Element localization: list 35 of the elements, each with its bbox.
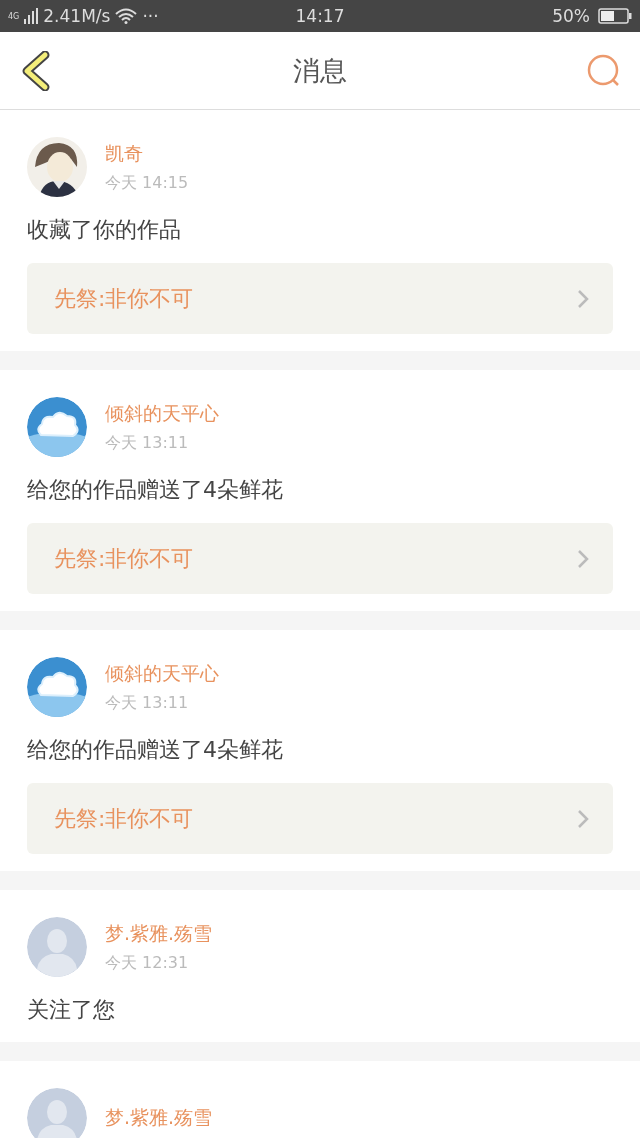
wifi-icon — [115, 8, 138, 24]
work-title: 先祭:非你不可 — [54, 284, 194, 313]
work-link[interactable]: 先祭:非你不可 — [27, 783, 613, 854]
message-text: 关注了您 — [27, 996, 116, 1024]
network-type: 4G — [8, 12, 20, 21]
user-name[interactable]: 倾斜的天平心 — [105, 400, 219, 427]
message-text: 收藏了你的作品 — [27, 216, 182, 244]
more-indicator: ··· — [142, 6, 159, 26]
page-title: 消息 — [293, 53, 347, 88]
message-text: 给您的作品赠送了4朵鲜花 — [27, 476, 284, 504]
message-time: 今天 13:11 — [105, 692, 190, 714]
network-speed: 2.41M/s — [43, 6, 111, 26]
cloud-avatar-icon — [27, 657, 87, 717]
work-link[interactable]: 先祭:非你不可 — [27, 523, 613, 594]
message-time: 今天 13:11 — [105, 432, 190, 454]
message-time: 今天 14:15 — [105, 172, 189, 194]
clock: 14:17 — [295, 6, 345, 26]
user-name[interactable]: 梦.紫雅.殇雪 — [105, 1105, 213, 1131]
chevron-right-icon — [577, 808, 589, 829]
work-link[interactable]: 先祭:非你不可 — [27, 263, 613, 334]
user-avatar-icon — [27, 1088, 87, 1138]
cloud-avatar-icon — [27, 397, 87, 457]
work-title: 先祭:非你不可 — [54, 804, 194, 833]
user-name[interactable]: 倾斜的天平心 — [105, 660, 219, 687]
message-time: 今天 12:31 — [105, 952, 190, 974]
work-title: 先祭:非你不可 — [54, 544, 194, 573]
chevron-right-icon — [577, 548, 589, 569]
signal-icon — [24, 8, 39, 24]
battery-icon — [598, 8, 632, 24]
user-name[interactable]: 梦.紫雅.殇雪 — [105, 920, 213, 947]
user-name[interactable]: 凯奇 — [105, 140, 189, 167]
chevron-right-icon — [577, 288, 589, 309]
user-avatar-icon — [27, 917, 87, 977]
battery-percent: 50% — [552, 6, 590, 26]
message-text: 给您的作品赠送了4朵鲜花 — [27, 736, 284, 764]
